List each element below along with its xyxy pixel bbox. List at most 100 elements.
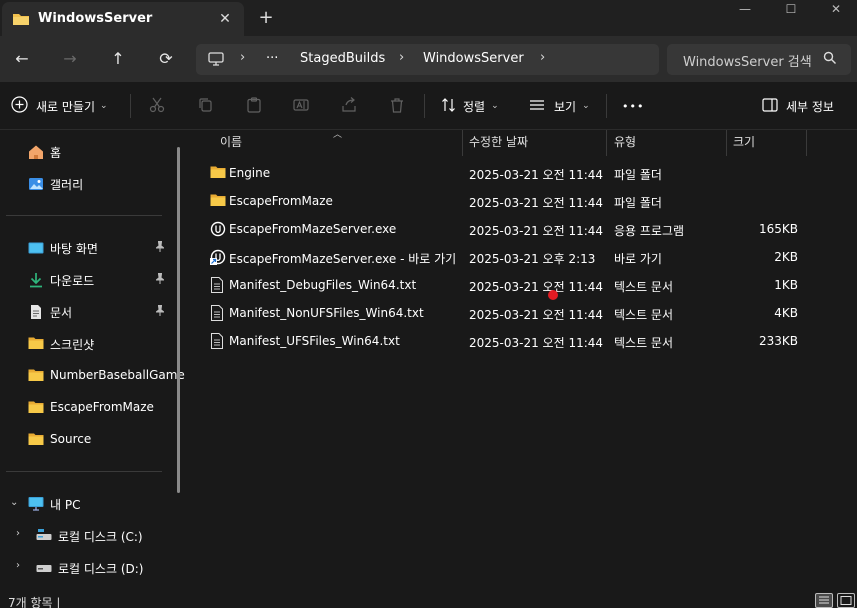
sidebar-item-downloads[interactable]: 다운로드 — [0, 267, 170, 293]
paste-button[interactable] — [246, 95, 262, 117]
new-tab-button[interactable]: + — [256, 7, 276, 29]
chevron-right-icon[interactable]: › — [16, 528, 20, 539]
more-options-button[interactable]: ••• — [622, 95, 644, 117]
folder-icon — [28, 432, 44, 448]
sidebar-item-label: 다운로드 — [50, 274, 95, 288]
column-divider[interactable] — [606, 130, 607, 156]
chevron-right-icon[interactable]: › — [16, 560, 20, 571]
rename-button[interactable] — [293, 95, 309, 117]
file-row[interactable]: Engine 2025-03-21 오전 11:44 파일 폴더 — [190, 159, 810, 187]
column-header-name[interactable]: 이름 — [220, 130, 242, 156]
document-icon — [28, 304, 44, 320]
forward-button[interactable]: → — [57, 46, 83, 72]
share-button[interactable] — [341, 95, 357, 117]
up-button[interactable]: ↑ — [105, 46, 131, 72]
folder-icon — [210, 193, 226, 209]
sidebar-item-label: 문서 — [50, 306, 73, 320]
breadcrumb-stagedbuilds[interactable]: StagedBuilds — [300, 51, 385, 66]
pin-icon[interactable] — [155, 241, 165, 255]
delete-button[interactable] — [389, 95, 405, 117]
sidebar-item-label: 내 PC — [50, 498, 81, 512]
column-divider[interactable] — [462, 130, 463, 156]
sidebar-item-label: 갤러리 — [50, 178, 84, 192]
pin-icon[interactable] — [155, 305, 165, 319]
tab-windowsserver[interactable]: WindowsServer ✕ — [2, 2, 244, 36]
title-bar: WindowsServer ✕ + — ☐ ✕ — [0, 0, 857, 36]
folder-icon — [28, 336, 44, 352]
folder-icon — [210, 165, 226, 181]
column-header-modified[interactable]: 수정한 날짜 — [469, 130, 528, 156]
maximize-button[interactable]: ☐ — [768, 0, 814, 20]
shortcut-icon — [210, 249, 226, 265]
chevron-right-icon[interactable]: › — [540, 50, 545, 65]
tab-close-button[interactable]: ✕ — [215, 9, 235, 29]
refresh-button[interactable]: ⟳ — [153, 46, 179, 72]
sidebar-item-escapefrommaze[interactable]: EscapeFromMaze — [0, 395, 170, 421]
sidebar-item-desktop[interactable]: 바탕 화면 — [0, 235, 170, 261]
column-header-size[interactable]: 크기 — [733, 130, 755, 156]
chevron-down-icon[interactable]: ⌄ — [10, 497, 18, 508]
list-view-icon — [529, 97, 545, 116]
sidebar-item-local-disk-c[interactable]: › 로컬 디스크 (C:) — [0, 523, 170, 549]
file-name: Manifest_DebugFiles_Win64.txt — [229, 278, 417, 292]
file-size: 1KB — [774, 278, 798, 292]
chevron-down-icon: ⌄ — [100, 101, 108, 111]
breadcrumb-windowsserver[interactable]: WindowsServer — [423, 51, 524, 66]
file-type: 텍스트 문서 — [614, 336, 674, 350]
column-divider[interactable] — [806, 130, 807, 156]
pin-icon[interactable] — [155, 273, 165, 287]
sort-button[interactable]: 정렬 ⌄ — [441, 95, 499, 117]
sidebar-item-documents[interactable]: 문서 — [0, 299, 170, 325]
divider — [424, 94, 425, 118]
file-row[interactable]: Manifest_DebugFiles_Win64.txt 2025-03-21… — [190, 271, 810, 299]
search-icon — [823, 51, 837, 68]
sidebar-item-label: 로컬 디스크 (D:) — [58, 562, 144, 576]
new-button[interactable]: 새로 만들기 ⌄ — [11, 95, 108, 117]
file-type: 바로 가기 — [614, 252, 662, 266]
sidebar-item-screenshots[interactable]: 스크린샷 — [0, 331, 170, 357]
details-pane-button[interactable]: 세부 정보 — [762, 95, 834, 117]
sidebar-item-this-pc[interactable]: ⌄ 내 PC — [0, 491, 170, 517]
folder-icon — [12, 11, 30, 30]
file-row[interactable]: Manifest_UFSFiles_Win64.txt 2025-03-21 오… — [190, 327, 810, 355]
plus-circle-icon — [11, 96, 28, 116]
home-icon — [28, 144, 44, 160]
sidebar-item-source[interactable]: Source — [0, 427, 170, 453]
chevron-down-icon: ⌄ — [582, 101, 590, 111]
sort-icon — [441, 97, 457, 116]
sidebar-item-gallery[interactable]: 갤러리 — [0, 171, 170, 197]
sidebar-scrollbar[interactable] — [177, 147, 180, 493]
scissors-icon — [149, 97, 165, 116]
search-input[interactable]: WindowsServer 검색 — [683, 51, 812, 70]
column-divider[interactable] — [726, 130, 727, 156]
search-box[interactable]: WindowsServer 검색 — [667, 44, 851, 75]
details-view-button[interactable] — [815, 593, 833, 608]
file-list: ︿ 이름 수정한 날짜 유형 크기 Engine 2025-03-21 오전 1… — [190, 130, 857, 592]
sidebar-item-home[interactable]: 홈 — [0, 139, 170, 165]
folder-icon — [28, 400, 44, 416]
file-name: Engine — [229, 166, 271, 180]
file-row[interactable]: EscapeFromMazeServer.exe - 바로 가기 2025-03… — [190, 243, 810, 271]
status-bar: 7개 항목 | — [0, 592, 857, 608]
file-row[interactable]: EscapeFromMazeServer.exe 2025-03-21 오전 1… — [190, 215, 810, 243]
cut-button[interactable] — [149, 95, 165, 117]
file-row[interactable]: Manifest_NonUFSFiles_Win64.txt 2025-03-2… — [190, 299, 810, 327]
breadcrumb-more[interactable]: ··· — [266, 51, 278, 66]
sidebar-item-label: 스크린샷 — [50, 338, 95, 352]
sidebar-item-numberbaseballgame[interactable]: NumberBaseballGame — [0, 363, 185, 389]
view-button[interactable]: 보기 ⌄ — [529, 95, 590, 117]
divider — [130, 94, 131, 118]
address-bar[interactable]: › ··· StagedBuilds › WindowsServer › — [196, 44, 659, 75]
minimize-button[interactable]: — — [722, 0, 768, 20]
desktop-icon — [28, 240, 44, 256]
close-window-button[interactable]: ✕ — [813, 0, 857, 20]
file-row[interactable]: EscapeFromMaze 2025-03-21 오전 11:44 파일 폴더 — [190, 187, 810, 215]
sidebar-item-local-disk-d[interactable]: › 로컬 디스크 (D:) — [0, 555, 170, 581]
item-count: 7개 항목 | — [8, 596, 61, 608]
download-icon — [28, 272, 44, 288]
back-button[interactable]: ← — [9, 46, 35, 72]
copy-button[interactable] — [198, 95, 214, 117]
file-modified: 2025-03-21 오전 11:44 — [469, 168, 604, 182]
tiles-view-button[interactable] — [837, 593, 855, 608]
column-header-type[interactable]: 유형 — [614, 130, 636, 156]
